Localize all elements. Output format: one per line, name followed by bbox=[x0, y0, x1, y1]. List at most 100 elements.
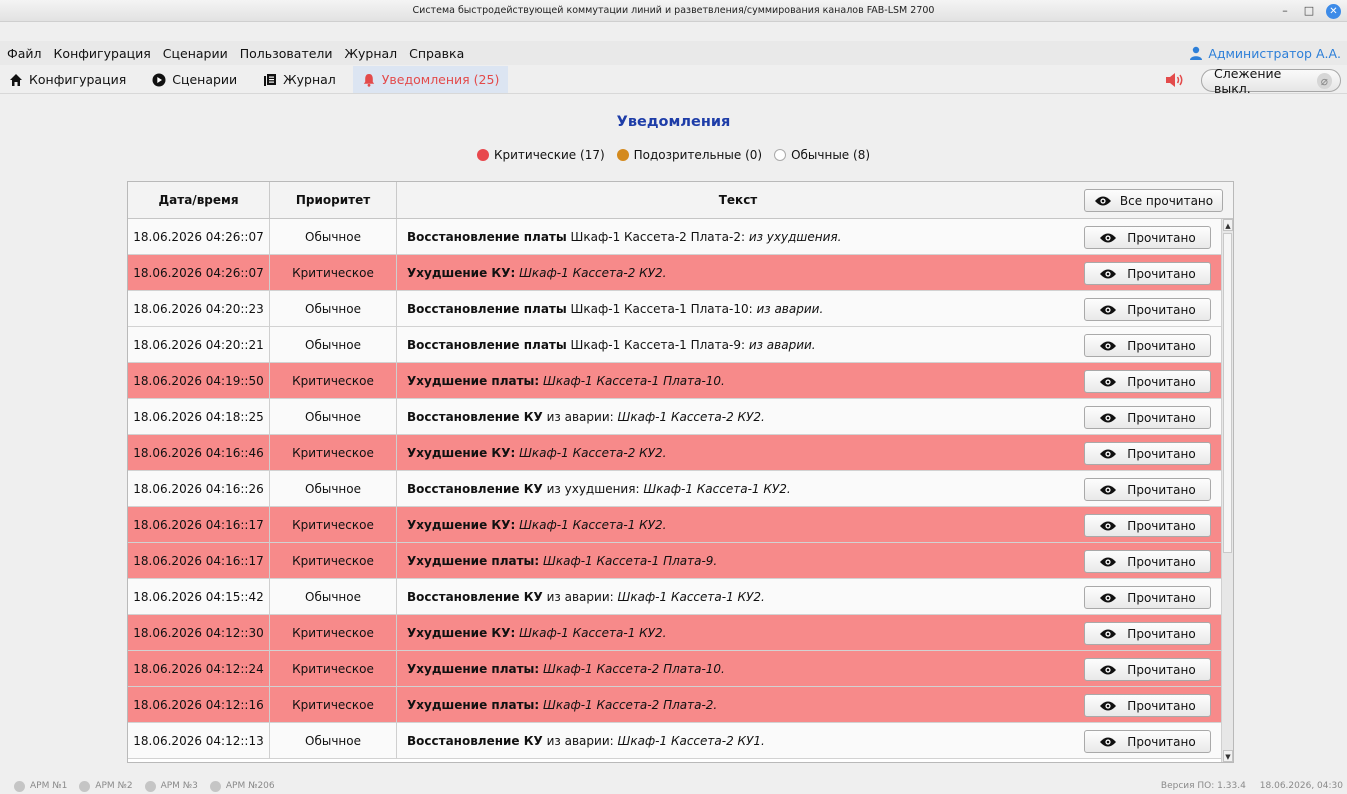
arm-dot-icon bbox=[14, 780, 25, 792]
cell-priority: Обычное bbox=[270, 219, 397, 255]
eye-icon bbox=[1100, 557, 1117, 566]
cell-datetime: 18.06.2026 04:12::13 bbox=[128, 723, 270, 759]
menu-file[interactable]: Файл bbox=[7, 46, 42, 61]
scrollbar-thumb[interactable] bbox=[1223, 233, 1232, 553]
mark-read-button[interactable]: Прочитано bbox=[1084, 406, 1211, 429]
sound-icon[interactable] bbox=[1165, 71, 1185, 89]
mark-read-button[interactable]: Прочитано bbox=[1084, 550, 1211, 573]
menu-journal[interactable]: Журнал bbox=[345, 46, 398, 61]
table-row[interactable]: 18.06.2026 04:12::24 Критическое Ухудшение… bbox=[128, 651, 1221, 687]
eye-icon bbox=[1100, 377, 1117, 386]
mark-read-button[interactable]: Прочитано bbox=[1084, 622, 1211, 645]
eye-off-icon: ⌀ bbox=[1316, 72, 1332, 89]
mark-read-button[interactable]: Прочитано bbox=[1084, 658, 1211, 681]
menu-scenarios[interactable]: Сценарии bbox=[163, 46, 228, 61]
table-row[interactable]: 18.06.2026 04:20::23 Обычное Восстановлени… bbox=[128, 291, 1221, 327]
event-detail: из ухудшения: bbox=[542, 482, 644, 496]
mark-read-button[interactable]: Прочитано bbox=[1084, 298, 1211, 321]
cell-priority: Обычное bbox=[270, 399, 397, 435]
event-title: Ухудшение КУ: bbox=[407, 626, 516, 640]
mark-read-button[interactable]: Прочитано bbox=[1084, 730, 1211, 753]
menu-configuration[interactable]: Конфигурация bbox=[54, 46, 151, 61]
cell-priority: Обычное bbox=[270, 327, 397, 363]
scroll-up-icon[interactable]: ▲ bbox=[1223, 219, 1233, 231]
arm-status: АРМ №206 bbox=[209, 780, 275, 792]
header-datetime[interactable]: Дата/время bbox=[128, 182, 270, 218]
cell-priority: Критическое bbox=[270, 363, 397, 399]
eye-icon bbox=[1100, 233, 1117, 242]
eye-icon bbox=[1100, 449, 1117, 458]
cell-datetime: 18.06.2026 04:12::30 bbox=[128, 615, 270, 651]
mark-read-button[interactable]: Прочитано bbox=[1084, 514, 1211, 537]
table-row[interactable]: 18.06.2026 04:12::16 Критическое Ухудшение… bbox=[128, 687, 1221, 723]
event-detail: из аварии: bbox=[542, 590, 618, 604]
table-row[interactable]: 18.06.2026 04:16::17 Критическое Ухудшение… bbox=[128, 507, 1221, 543]
play-icon bbox=[152, 73, 166, 86]
table-row[interactable]: 18.06.2026 04:19::50 Критическое Ухудшение… bbox=[128, 363, 1221, 399]
event-title: Восстановление КУ bbox=[407, 410, 543, 424]
mark-read-label: Прочитано bbox=[1127, 410, 1196, 425]
cell-text: Восстановление КУ из ухудшения: Шкаф-1 К… bbox=[397, 471, 1079, 507]
filter-critical[interactable]: Критические (17) bbox=[476, 148, 605, 162]
table-row[interactable]: 18.06.2026 04:12::30 Критическое Ухудшение… bbox=[128, 615, 1221, 651]
table-row[interactable]: 18.06.2026 04:16::26 Обычное Восстановлени… bbox=[128, 471, 1221, 507]
eye-icon bbox=[1100, 341, 1117, 350]
title-bar: Система быстродействующей коммутации лин… bbox=[0, 0, 1347, 22]
table-header: Дата/время Приоритет Текст Все прочитано bbox=[128, 182, 1233, 219]
table-row[interactable]: 18.06.2026 04:18::25 Обычное Восстановлени… bbox=[128, 399, 1221, 435]
status-right: Версия ПО: 1.33.4 18.06.2026, 04:30 bbox=[1161, 778, 1343, 794]
table-row[interactable]: 18.06.2026 04:20::21 Обычное Восстановлени… bbox=[128, 327, 1221, 363]
event-title: Восстановление КУ bbox=[407, 590, 543, 604]
table-row[interactable]: 18.06.2026 04:26::07 Критическое Ухудшение… bbox=[128, 255, 1221, 291]
mark-all-read-button[interactable]: Все прочитано bbox=[1084, 189, 1223, 212]
table-row[interactable]: 18.06.2026 04:16::46 Критическое Ухудшение… bbox=[128, 435, 1221, 471]
maximize-button[interactable]: □ bbox=[1302, 3, 1316, 19]
mark-read-button[interactable]: Прочитано bbox=[1084, 694, 1211, 717]
mark-read-button[interactable]: Прочитано bbox=[1084, 586, 1211, 609]
close-button[interactable]: ✕ bbox=[1326, 3, 1341, 19]
mark-read-button[interactable]: Прочитано bbox=[1084, 442, 1211, 465]
event-location: Шкаф-1 Кассета-1 КУ2. bbox=[519, 626, 667, 640]
follow-toggle-button[interactable]: Слежение выкл. ⌀ bbox=[1201, 66, 1341, 96]
minimize-button[interactable]: – bbox=[1278, 3, 1292, 19]
cell-datetime: 18.06.2026 04:16::26 bbox=[128, 471, 270, 507]
tab-journal[interactable]: Журнал bbox=[254, 66, 345, 93]
mark-read-button[interactable]: Прочитано bbox=[1084, 226, 1211, 249]
mark-read-button[interactable]: Прочитано bbox=[1084, 334, 1211, 357]
event-title: Ухудшение платы: bbox=[407, 554, 540, 568]
eye-icon bbox=[1100, 629, 1117, 638]
event-location: Шкаф-1 Кассета-2 КУ2. bbox=[519, 446, 667, 460]
vertical-scrollbar[interactable]: ▲ ▼ bbox=[1221, 219, 1233, 762]
bell-icon bbox=[363, 73, 374, 87]
table-row[interactable]: 18.06.2026 04:15::42 Обычное Восстановлени… bbox=[128, 579, 1221, 615]
mark-read-button[interactable]: Прочитано bbox=[1084, 478, 1211, 501]
menu-help[interactable]: Справка bbox=[409, 46, 464, 61]
event-location: из аварии. bbox=[756, 302, 824, 316]
tab-configuration[interactable]: Конфигурация bbox=[0, 66, 135, 93]
event-title: Ухудшение КУ: bbox=[407, 266, 516, 280]
cell-datetime: 18.06.2026 04:16::17 bbox=[128, 507, 270, 543]
table-row[interactable]: 18.06.2026 04:16::17 Критическое Ухудшение… bbox=[128, 543, 1221, 579]
cell-priority: Критическое bbox=[270, 543, 397, 579]
priority-filters: Критические (17) Подозрительные (0) Обыч… bbox=[0, 148, 1347, 162]
scroll-down-icon[interactable]: ▼ bbox=[1223, 750, 1233, 762]
user-menu[interactable]: Администратор А.А. bbox=[1189, 41, 1341, 65]
tab-notifications[interactable]: Уведомления (25) bbox=[352, 66, 509, 93]
header-priority[interactable]: Приоритет bbox=[270, 182, 397, 218]
menu-users[interactable]: Пользователи bbox=[240, 46, 333, 61]
cell-text: Ухудшение платы: Шкаф-1 Кассета-1 Плата-… bbox=[397, 363, 1079, 399]
filter-suspicious[interactable]: Подозрительные (0) bbox=[616, 148, 762, 162]
header-text[interactable]: Текст bbox=[397, 182, 1079, 218]
mark-read-button[interactable]: Прочитано bbox=[1084, 262, 1211, 285]
window-controls: – □ ✕ bbox=[1278, 3, 1341, 19]
table-row[interactable]: 18.06.2026 04:12::13 Обычное Восстановлени… bbox=[128, 723, 1221, 759]
tab-scenarios[interactable]: Сценарии bbox=[143, 66, 246, 93]
event-title: Восстановление платы bbox=[407, 338, 567, 352]
cell-text: Ухудшение платы: Шкаф-1 Кассета-2 Плата-… bbox=[397, 651, 1079, 687]
cell-text: Восстановление КУ из аварии: Шкаф-1 Касс… bbox=[397, 579, 1079, 615]
mark-read-button[interactable]: Прочитано bbox=[1084, 370, 1211, 393]
event-location: Шкаф-1 Кассета-2 Плата-10. bbox=[543, 662, 725, 676]
table-row[interactable]: 18.06.2026 04:26::07 Обычное Восстановлени… bbox=[128, 219, 1221, 255]
filter-normal[interactable]: Обычные (8) bbox=[774, 148, 870, 162]
event-location: Шкаф-1 Кассета-2 КУ2. bbox=[519, 266, 667, 280]
